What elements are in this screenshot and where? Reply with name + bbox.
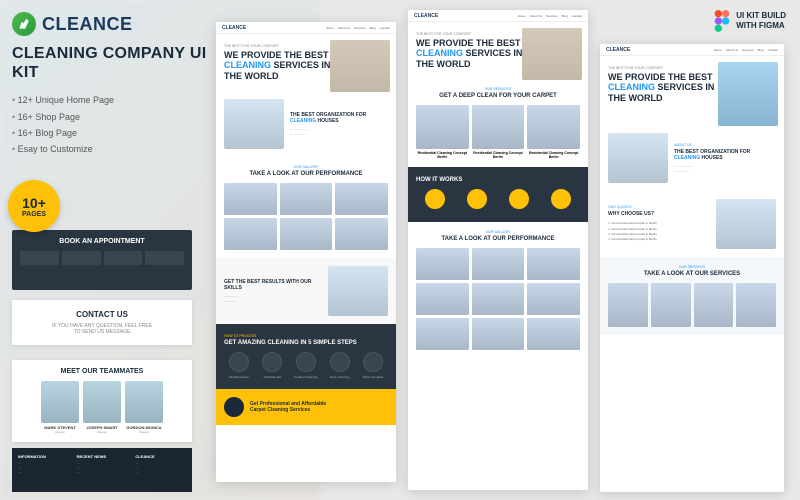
gallery-grid <box>224 183 388 250</box>
gallery-image <box>224 218 277 250</box>
gallery-image <box>335 218 388 250</box>
about-section: ABOUT US THE BEST ORGANIZATION FOR CLEAN… <box>600 125 784 191</box>
logo-icon <box>12 12 36 36</box>
feature-item: Esay to Customize <box>12 141 232 157</box>
mockup-nav: HomeAbout UsServicesBlogContact <box>326 26 390 30</box>
figma-text: UI KIT BUILDWITH FIGMA <box>736 11 786 30</box>
why-image <box>716 199 776 249</box>
left-info-panel: CLEANCE CLEANING COMPANY UI KIT 12+ Uniq… <box>12 12 232 157</box>
skills-image <box>328 266 388 316</box>
hero-image <box>522 28 582 80</box>
input-placeholder <box>20 251 59 265</box>
mockup-header: CLEANCE HomeAbout UsServicesBlogContact <box>600 44 784 56</box>
services-section: OUR SERVICES TAKE A LOOK AT OUR SERVICES <box>600 257 784 335</box>
team-member: MARK STEVENT Cleaner <box>41 381 79 434</box>
contact-title: CONTACT US <box>22 310 182 319</box>
skills-section: GET THE BEST RESULTS WITH OUR SKILLS— — … <box>216 258 396 324</box>
appointment-inputs <box>20 251 184 265</box>
checklist: Commercial carpet repair in Berlin Comme… <box>608 221 710 243</box>
hero-section: THE BEST FOR YOUR COMFORT WE PROVIDE THE… <box>600 56 784 125</box>
mockup-1: CLEANCE HomeAbout UsServicesBlogContact … <box>216 22 396 482</box>
feature-item: 12+ Unique Home Page <box>12 92 232 108</box>
service-image <box>416 105 469 149</box>
how-section: HOW IT WORKS <box>408 167 588 222</box>
input-placeholder <box>62 251 101 265</box>
performance-section: OUR GALLERY TAKE A LOOK AT OUR PERFORMAN… <box>216 157 396 258</box>
team-member: GORDON MONICA Cleaner <box>125 381 163 434</box>
service-image <box>527 105 580 149</box>
figma-tag: UI KIT BUILDWITH FIGMA <box>714 10 786 32</box>
input-placeholder <box>104 251 143 265</box>
hero-section: THE BEST FOR YOUR COMFORT WE PROVIDE THE… <box>408 22 588 79</box>
team-photo <box>125 381 163 423</box>
service-image <box>472 105 525 149</box>
footer-card: INFORMATION——— RECENT NEWS——— CLEANCE——— <box>12 448 192 492</box>
feature-list: 12+ Unique Home Page 16+ Shop Page 16+ B… <box>12 92 232 157</box>
why-section: OUR CLIENTS WHY CHOOSE US? Commercial ca… <box>600 191 784 257</box>
appointment-title: BOOK AN APPOINTMENT <box>20 238 184 245</box>
gallery-grid <box>416 248 580 350</box>
product-subtitle: CLEANING COMPANY UI KIT <box>12 44 232 82</box>
services-grid <box>608 283 776 327</box>
badge-number: 10+ <box>22 195 46 211</box>
mockup-header: CLEANCE HomeAbout UsServicesBlogContact <box>408 10 588 22</box>
team-photo <box>41 381 79 423</box>
team-title: MEET OUR TEAMMATES <box>20 368 184 375</box>
about-image <box>608 133 668 183</box>
input-placeholder <box>145 251 184 265</box>
mockup-header: CLEANCE HomeAbout UsServicesBlogContact <box>216 22 396 34</box>
pages-badge: 10+ PAGES <box>8 180 60 232</box>
badge-text: PAGES <box>22 211 46 218</box>
steps-row: Fast Response Schedule Set Conduct Clean… <box>224 352 388 379</box>
service-grid: Residential Cleaning Concept Berlin Resi… <box>416 105 580 159</box>
team-photo <box>83 381 121 423</box>
steps-section: HOW TO PROCESS GET AMAZING CLEANING IN 5… <box>216 324 396 389</box>
hero-image <box>718 62 778 126</box>
gallery-image <box>280 218 333 250</box>
appointment-card: BOOK AN APPOINTMENT <box>12 230 192 290</box>
mockup-2: CLEANCE HomeAbout UsServicesBlogContact … <box>408 10 588 490</box>
team-member: JOSEPH SMART Cleaner <box>83 381 121 434</box>
brand-logo: CLEANCE <box>12 12 232 36</box>
hero-image <box>330 40 390 92</box>
contact-card: CONTACT US IF YOU HAVE ANY QUESTION, FEE… <box>12 300 192 345</box>
cta-bar: Get Professional and AffordableCarpet Cl… <box>216 389 396 425</box>
cta-icon <box>224 397 244 417</box>
gallery-image <box>280 183 333 215</box>
team-card: MEET OUR TEAMMATES MARK STEVENT Cleaner … <box>12 360 192 442</box>
team-row: MARK STEVENT Cleaner JOSEPH SMART Cleane… <box>20 381 184 434</box>
about-section: THE BEST ORGANIZATION FOR CLEANING HOUSE… <box>216 91 396 157</box>
gallery-image <box>335 183 388 215</box>
performance-section: OUR GALLERY TAKE A LOOK AT OUR PERFORMAN… <box>408 222 588 358</box>
feature-item: 16+ Blog Page <box>12 125 232 141</box>
figma-icon <box>714 10 730 32</box>
how-steps <box>416 189 580 212</box>
carpet-section: OUR SERVICES GET A DEEP CLEAN FOR YOUR C… <box>408 79 588 167</box>
hero-section: THE BEST FOR YOUR COMFORT WE PROVIDE THE… <box>216 34 396 91</box>
contact-line: TO SEND US MESSAGE <box>22 329 182 335</box>
about-image <box>224 99 284 149</box>
brand-name: CLEANCE <box>42 14 133 35</box>
mockup-3: CLEANCE HomeAbout UsServicesBlogContact … <box>600 44 784 492</box>
gallery-image <box>224 183 277 215</box>
feature-item: 16+ Shop Page <box>12 109 232 125</box>
